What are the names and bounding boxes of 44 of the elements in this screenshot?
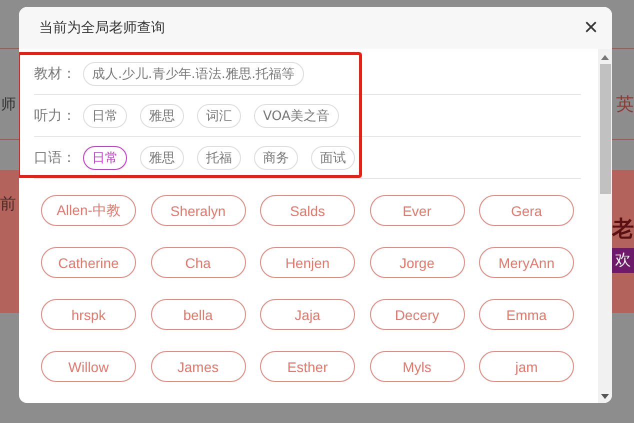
- filter-chip[interactable]: VOA美之音: [254, 104, 339, 128]
- scroll-up-icon[interactable]: [601, 55, 609, 60]
- scrollbar[interactable]: [598, 49, 612, 403]
- filter-chip[interactable]: 商务: [254, 146, 298, 170]
- teacher-button[interactable]: James: [150, 351, 246, 382]
- teacher-button[interactable]: MeryAnn: [479, 247, 574, 278]
- teacher-button[interactable]: Ever: [370, 195, 464, 226]
- filter-label: 听力：: [34, 106, 76, 124]
- filter-chip[interactable]: 面试: [311, 146, 355, 170]
- teacher-button[interactable]: Gera: [479, 195, 574, 226]
- filter-chip[interactable]: 日常: [83, 104, 127, 128]
- filter-chip[interactable]: 托福: [197, 146, 241, 170]
- teacher-button[interactable]: Allen-中教: [41, 195, 136, 226]
- teacher-button[interactable]: Willow: [41, 351, 136, 382]
- filter-chip[interactable]: 成人.少儿.青少年.语法.雅思.托福等: [83, 62, 304, 86]
- filter-chip[interactable]: 雅思: [140, 146, 184, 170]
- teacher-button[interactable]: hrspk: [41, 299, 136, 330]
- teacher-button[interactable]: Cha: [150, 247, 246, 278]
- dialog-title: 当前为全局老师查询: [39, 19, 165, 37]
- banner-text: 老: [612, 216, 634, 244]
- scroll-down-icon[interactable]: [601, 394, 609, 399]
- teacher-button[interactable]: Sheralyn: [150, 195, 246, 226]
- teacher-button[interactable]: Emma: [479, 299, 574, 330]
- teacher-button[interactable]: Myls: [370, 351, 464, 382]
- teacher-button[interactable]: Salds: [260, 195, 355, 226]
- filter-chip[interactable]: 词汇: [197, 104, 241, 128]
- scrollbar-thumb[interactable]: [600, 64, 610, 194]
- teacher-button[interactable]: Henjen: [260, 247, 355, 278]
- teacher-button[interactable]: bella: [150, 299, 246, 330]
- teacher-button[interactable]: jam: [479, 351, 574, 382]
- teacher-button[interactable]: Decery: [370, 299, 464, 330]
- filter-label: 教材：: [34, 64, 76, 82]
- filter-chip[interactable]: 雅思: [140, 104, 184, 128]
- teacher-button[interactable]: Catherine: [41, 247, 136, 278]
- banner-badge: 欢: [612, 248, 634, 273]
- teacher-button[interactable]: Jorge: [370, 247, 464, 278]
- page-text: 师: [1, 94, 16, 114]
- filter-chip[interactable]: 日常: [83, 146, 127, 170]
- close-button[interactable]: ×: [580, 16, 602, 40]
- filter-label: 口语：: [34, 148, 76, 166]
- banner-text: 前: [0, 194, 16, 215]
- teacher-button[interactable]: Esther: [260, 351, 355, 382]
- page-text: 英: [616, 93, 634, 116]
- teacher-button[interactable]: Jaja: [260, 299, 355, 330]
